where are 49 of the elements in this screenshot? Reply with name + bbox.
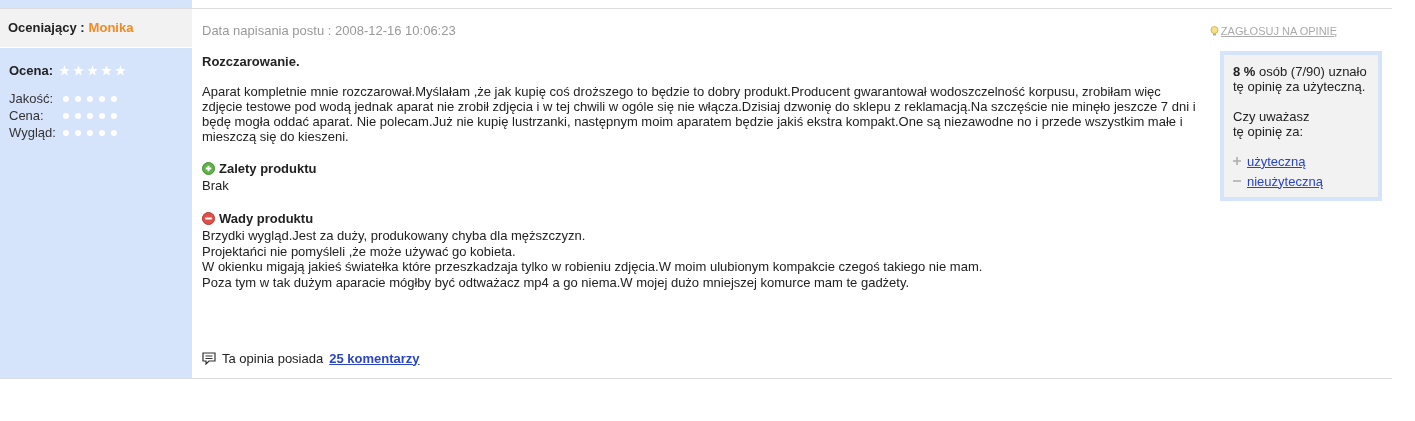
dot-icon bbox=[86, 113, 93, 119]
dot-icon bbox=[74, 130, 81, 136]
vote-question: Czy uważasz bbox=[1233, 108, 1311, 124]
dot-icon bbox=[110, 113, 117, 119]
dot-icon bbox=[110, 96, 117, 102]
rating-label: Cena: bbox=[9, 107, 45, 126]
dot-icon bbox=[74, 96, 81, 102]
star-icon bbox=[59, 65, 71, 77]
dot-icon bbox=[86, 96, 93, 102]
review-title: Rozczarowanie. bbox=[202, 53, 301, 71]
review-text: Aparat kompletnie mnie rozczarował.Myślałam ,że jak kupię coś droższego to będzie to dobry produkt.Producent gwarantował wodoszczelność korpusu, zrobiłam więc zdjęcie testowe pod wodą jednak aparat nie zrobił zdjęcia i w tej chwili w ogóle się nie włącza.Dzisiaj dzwonię do sklepu z reklamacją.Na szczęście nie minęło jeszcze 7 dni i będę mogła oddać aparat. Nie polecam.Już nie kupię lustrzanki, następnym moim aparatem będzie jakiś ekstra kompakt.One są niezawodne no i przede wszystkim małe i mieszczą się do kieszeni. bbox=[202, 83, 1197, 144]
plus-icon bbox=[1233, 157, 1241, 165]
helpfulness-summary: 8 % osób (7/90) uznało tę opinię za użyteczną. bbox=[1233, 63, 1368, 94]
dot-icon bbox=[86, 130, 93, 136]
vote-option-link[interactable]: użyteczną bbox=[1247, 153, 1306, 169]
section-line: W okienku migają jakieś światełka które przeszkadzaja tylko w robieniu zdjęcia.W moim ulubionym kompakcie czegoś takiego nie mam. bbox=[202, 259, 984, 275]
post-date: Data napisania postu : 2008-12-16 10:06:23 bbox=[202, 22, 457, 37]
rating-label: Wygląd: bbox=[9, 124, 57, 143]
star-icon bbox=[101, 65, 113, 77]
section-line: Brak bbox=[202, 178, 230, 194]
vote-question: tę opinię za: bbox=[1233, 123, 1305, 139]
reviewer-label: Oceniający : bbox=[8, 19, 85, 38]
minus-icon bbox=[1233, 177, 1241, 185]
plus-circle-icon bbox=[202, 161, 215, 175]
star-icon bbox=[115, 65, 127, 77]
bulb-icon bbox=[1209, 26, 1219, 37]
section-line: Projektańci nie pomyśleli ,że może używać go kobieta. bbox=[202, 243, 517, 259]
rating-label: Jakość: bbox=[9, 90, 55, 109]
comment-icon bbox=[202, 351, 216, 365]
dot-icon bbox=[74, 113, 81, 119]
reviewer-name: Monika bbox=[88, 19, 134, 38]
section-heading: Zalety produktu bbox=[219, 159, 317, 178]
minus-circle-icon bbox=[202, 211, 215, 225]
star-icon bbox=[87, 65, 99, 77]
comments-link[interactable]: 25 komentarzy bbox=[329, 348, 420, 368]
comment-count-text: Ta opinia posiada bbox=[222, 349, 324, 368]
section-line: Poza tym w tak dużym aparacie mógłby być odtważacz mp4 a go niema.W mojej dużo mniejszej komurce mam te gadżety. bbox=[202, 274, 911, 290]
dot-icon bbox=[98, 113, 105, 119]
dot-icon bbox=[62, 130, 69, 136]
dot-icon bbox=[110, 130, 117, 136]
vote-option-link[interactable]: nieużyteczną bbox=[1247, 173, 1323, 189]
section-line: Brzydki wygląd.Jest za duży, produkowany chyba dla męższczyzn. bbox=[202, 228, 587, 244]
section-heading: Wady produktu bbox=[219, 209, 314, 228]
dot-icon bbox=[62, 96, 69, 102]
dot-icon bbox=[62, 113, 69, 119]
dot-icon bbox=[98, 130, 105, 136]
dot-icon bbox=[98, 96, 105, 102]
star-icon bbox=[73, 65, 85, 77]
rating-label: Ocena: bbox=[9, 62, 54, 80]
